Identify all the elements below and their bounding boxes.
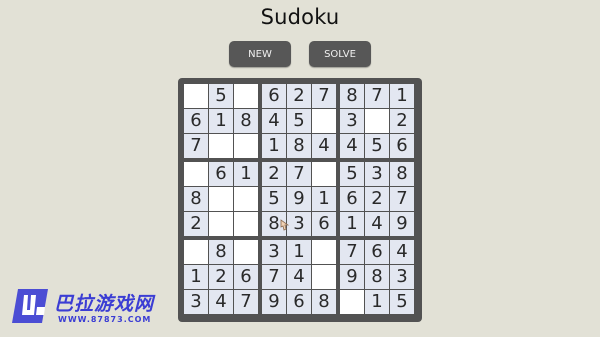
board-cell-given[interactable]: 4 bbox=[340, 134, 364, 158]
board-cell-given[interactable]: 6 bbox=[365, 240, 389, 264]
board-cell-given[interactable]: 6 bbox=[209, 162, 233, 186]
watermark-logo-icon bbox=[12, 289, 48, 323]
board-cell-empty[interactable] bbox=[184, 240, 208, 264]
board-cell-given[interactable]: 4 bbox=[262, 109, 286, 133]
board-cell-given[interactable]: 5 bbox=[390, 290, 414, 314]
board-cell-empty[interactable] bbox=[340, 290, 364, 314]
board-cell-given[interactable]: 3 bbox=[340, 109, 364, 133]
solve-button[interactable]: SOLVE bbox=[309, 41, 371, 67]
board-cell-given[interactable]: 1 bbox=[234, 162, 258, 186]
board-cell-given[interactable]: 4 bbox=[312, 134, 336, 158]
board-cell-given[interactable]: 1 bbox=[365, 290, 389, 314]
board-cell-given[interactable]: 8 bbox=[340, 84, 364, 108]
board-cell-given[interactable]: 1 bbox=[209, 109, 233, 133]
board-cell-given[interactable]: 3 bbox=[390, 265, 414, 289]
board-cell-empty[interactable] bbox=[312, 265, 336, 289]
board-cell-empty[interactable] bbox=[312, 109, 336, 133]
board-cell-given[interactable]: 4 bbox=[365, 212, 389, 236]
page-title: Sudoku bbox=[260, 5, 340, 29]
board-cell-given[interactable]: 8 bbox=[209, 240, 233, 264]
board-cell-given[interactable]: 2 bbox=[365, 187, 389, 211]
board-cell-given[interactable]: 2 bbox=[184, 212, 208, 236]
board-cell-given[interactable]: 7 bbox=[340, 240, 364, 264]
board-cell-empty[interactable] bbox=[365, 109, 389, 133]
board-cell-given[interactable]: 5 bbox=[209, 84, 233, 108]
board-cell-empty[interactable] bbox=[209, 134, 233, 158]
board-cell-given[interactable]: 6 bbox=[262, 84, 286, 108]
board-cell-empty[interactable] bbox=[234, 212, 258, 236]
board-cell-empty[interactable] bbox=[184, 162, 208, 186]
board-cell-given[interactable]: 1 bbox=[390, 84, 414, 108]
board-cell-given[interactable]: 1 bbox=[340, 212, 364, 236]
board-cell-given[interactable]: 5 bbox=[262, 187, 286, 211]
board-cell-given[interactable]: 6 bbox=[234, 265, 258, 289]
new-game-button[interactable]: NEW bbox=[229, 41, 291, 67]
board-cell-given[interactable]: 1 bbox=[287, 240, 311, 264]
board-cell-given[interactable]: 6 bbox=[184, 109, 208, 133]
board-cell-given[interactable]: 7 bbox=[365, 84, 389, 108]
board-cell-given[interactable]: 7 bbox=[184, 134, 208, 158]
watermark-url: WWW.87873.COM bbox=[58, 315, 152, 324]
board-cell-empty[interactable] bbox=[234, 187, 258, 211]
board-cell-given[interactable]: 1 bbox=[262, 134, 286, 158]
site-watermark: 巴拉游戏网 WWW.87873.COM bbox=[8, 285, 178, 333]
hand-cursor-icon bbox=[280, 219, 289, 231]
board-cell-given[interactable]: 7 bbox=[287, 162, 311, 186]
board-cell-empty[interactable] bbox=[312, 240, 336, 264]
board-cell-given[interactable]: 1 bbox=[184, 265, 208, 289]
board-cell-empty[interactable] bbox=[234, 240, 258, 264]
board-cell-given[interactable]: 5 bbox=[365, 134, 389, 158]
sudoku-board: 5627871618453271844566127538859162728361… bbox=[178, 78, 422, 322]
board-cell-given[interactable]: 9 bbox=[340, 265, 364, 289]
board-cell-given[interactable]: 6 bbox=[390, 134, 414, 158]
board-cell-given[interactable]: 8 bbox=[312, 290, 336, 314]
board-cell-given[interactable]: 8 bbox=[184, 187, 208, 211]
board-cell-given[interactable]: 3 bbox=[365, 162, 389, 186]
board-cell-given[interactable]: 8 bbox=[390, 162, 414, 186]
board-cell-given[interactable]: 6 bbox=[287, 290, 311, 314]
board-cell-given[interactable]: 8 bbox=[287, 134, 311, 158]
board-cell-empty[interactable] bbox=[312, 162, 336, 186]
board-cell-given[interactable]: 4 bbox=[390, 240, 414, 264]
board-cell-empty[interactable] bbox=[209, 212, 233, 236]
board-cell-empty[interactable] bbox=[234, 134, 258, 158]
board-cell-given[interactable]: 9 bbox=[262, 290, 286, 314]
board-cell-given[interactable]: 5 bbox=[340, 162, 364, 186]
board-cell-given[interactable]: 6 bbox=[340, 187, 364, 211]
board-cell-given[interactable]: 2 bbox=[209, 265, 233, 289]
board-cell-empty[interactable] bbox=[234, 84, 258, 108]
board-cell-given[interactable]: 2 bbox=[287, 84, 311, 108]
board-cell-given[interactable]: 8 bbox=[365, 265, 389, 289]
board-cell-given[interactable]: 9 bbox=[287, 187, 311, 211]
board-cell-given[interactable]: 2 bbox=[262, 162, 286, 186]
board-cell-given[interactable]: 2 bbox=[390, 109, 414, 133]
board-cell-empty[interactable] bbox=[184, 84, 208, 108]
board-cell-given[interactable]: 7 bbox=[312, 84, 336, 108]
board-cell-given[interactable]: 7 bbox=[262, 265, 286, 289]
board-cell-given[interactable]: 3 bbox=[262, 240, 286, 264]
board-cell-empty[interactable] bbox=[209, 187, 233, 211]
board-cell-given[interactable]: 3 bbox=[287, 212, 311, 236]
board-cell-given[interactable]: 3 bbox=[184, 290, 208, 314]
board-cell-given[interactable]: 6 bbox=[312, 212, 336, 236]
board-cell-given[interactable]: 7 bbox=[234, 290, 258, 314]
board-cell-given[interactable]: 4 bbox=[287, 265, 311, 289]
watermark-text: 巴拉游戏网 bbox=[54, 293, 155, 315]
board-cell-given[interactable]: 7 bbox=[390, 187, 414, 211]
board-cell-given[interactable]: 5 bbox=[287, 109, 311, 133]
board-cell-given[interactable]: 8 bbox=[234, 109, 258, 133]
board-cell-given[interactable]: 4 bbox=[209, 290, 233, 314]
board-cell-given[interactable]: 1 bbox=[312, 187, 336, 211]
board-cell-given[interactable]: 9 bbox=[390, 212, 414, 236]
